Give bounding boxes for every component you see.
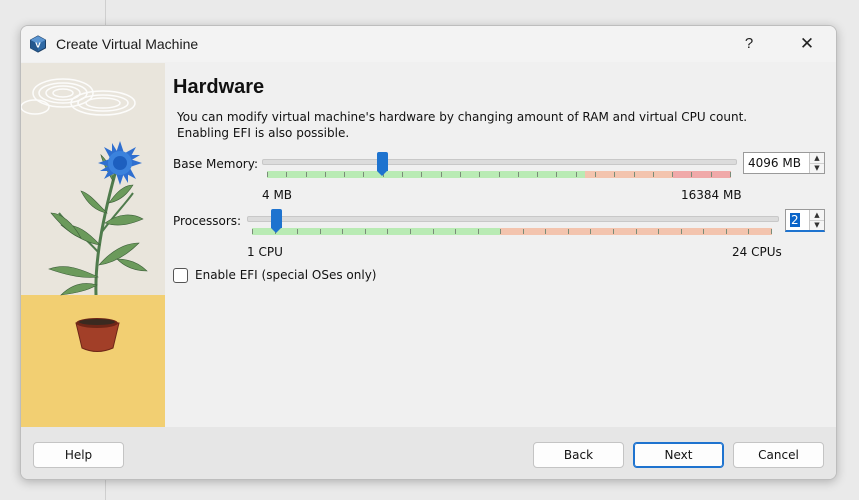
processor-slider-handle[interactable] [271, 209, 282, 233]
enable-efi-label[interactable]: Enable EFI (special OSes only) [195, 268, 376, 282]
memory-value[interactable]: 4096 MB [748, 156, 801, 170]
processor-spinbox[interactable]: 2 ▲ ▼ [785, 209, 825, 232]
enable-efi-checkbox[interactable] [173, 268, 188, 283]
memory-slider-handle[interactable] [377, 152, 388, 176]
create-vm-dialog: V Create Virtual Machine ? ✕ Hardware Yo… [20, 25, 837, 480]
processors-label: Processors: [173, 214, 242, 228]
processor-max-label: 24 CPUs [732, 245, 782, 259]
virtualbox-icon: V [30, 35, 46, 53]
processor-value[interactable]: 2 [790, 213, 800, 227]
plant-illustration [21, 63, 165, 427]
window-title: Create Virtual Machine [56, 36, 199, 52]
next-button[interactable]: Next [633, 442, 724, 468]
svg-text:V: V [35, 42, 41, 50]
cancel-button[interactable]: Cancel [733, 442, 824, 468]
title-bar: V Create Virtual Machine ? ✕ [21, 26, 836, 62]
memory-slider-track[interactable] [262, 159, 737, 165]
processor-decrease-icon[interactable]: ▼ [810, 220, 824, 230]
back-button[interactable]: Back [533, 442, 624, 468]
button-bar: Help Back Next Cancel [21, 427, 836, 479]
memory-spinbox[interactable]: 4096 MB ▲ ▼ [743, 152, 825, 174]
memory-spin-buttons: ▲ ▼ [809, 153, 824, 173]
close-icon[interactable]: ✕ [794, 32, 820, 56]
description-line-1: You can modify virtual machine's hardwar… [177, 110, 748, 124]
page-description: You can modify virtual machine's hardwar… [177, 109, 777, 141]
help-title-button[interactable]: ? [736, 32, 762, 56]
memory-slider-scale [267, 171, 731, 178]
memory-decrease-icon[interactable]: ▼ [810, 163, 824, 173]
memory-max-label: 16384 MB [681, 188, 742, 202]
help-button[interactable]: Help [33, 442, 124, 468]
processor-spin-buttons: ▲ ▼ [809, 210, 824, 230]
base-memory-label: Base Memory: [173, 157, 259, 171]
description-line-2: Enabling EFI is also possible. [177, 126, 350, 140]
page-heading: Hardware [173, 76, 265, 98]
processor-slider-scale [252, 228, 772, 235]
processor-slider-track[interactable] [247, 216, 779, 222]
processor-value-selection[interactable]: 2 [790, 213, 800, 227]
processor-min-label: 1 CPU [247, 245, 283, 259]
memory-min-label: 4 MB [262, 188, 293, 202]
